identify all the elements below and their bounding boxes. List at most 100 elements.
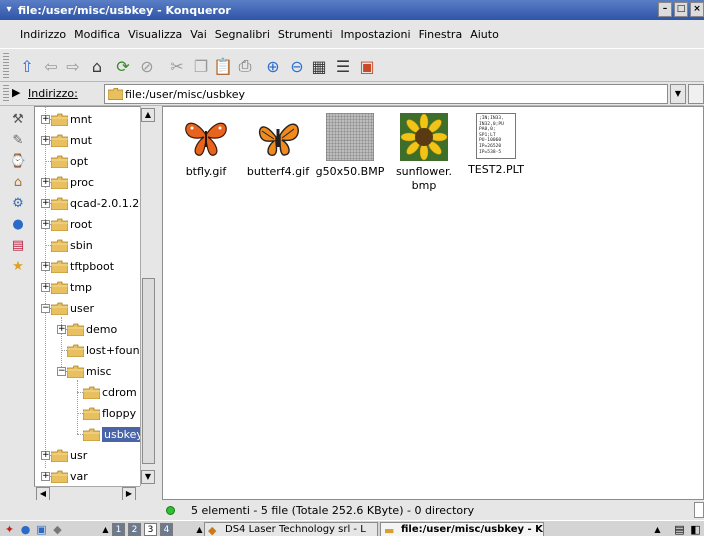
launcher-icon[interactable]: ◆ bbox=[50, 522, 65, 536]
tree-item-misc[interactable]: misc bbox=[67, 361, 112, 381]
maximize-button[interactable]: □ bbox=[674, 2, 688, 17]
tree-item-tmp[interactable]: tmp bbox=[51, 277, 92, 297]
zoom-out-icon[interactable]: ⊖ bbox=[286, 55, 308, 77]
file-item[interactable]: butterf4.gif bbox=[241, 113, 315, 179]
tree-horizontal-scrollbar[interactable]: ◀ ▶ bbox=[34, 486, 140, 501]
file-item[interactable]: sunflower. bmp bbox=[387, 113, 461, 193]
print-icon[interactable]: ⎙ bbox=[234, 55, 256, 77]
tab-folder-icon[interactable]: ▤ bbox=[8, 236, 28, 256]
tree-item-var[interactable]: var bbox=[51, 466, 88, 486]
tree-item-cdrom[interactable]: cdrom bbox=[83, 382, 137, 402]
tree-item-floppy[interactable]: floppy bbox=[83, 403, 136, 423]
tree-item-usr[interactable]: usr bbox=[51, 445, 87, 465]
forward-icon[interactable]: ⇨ bbox=[62, 55, 84, 77]
expand-icon[interactable]: + bbox=[41, 115, 50, 124]
expand-icon[interactable]: + bbox=[41, 283, 50, 292]
tab-network-icon[interactable]: ⚙ bbox=[8, 194, 28, 214]
copy-icon[interactable]: ❐ bbox=[190, 55, 212, 77]
pager-arrow-icon[interactable]: ▲ bbox=[98, 522, 113, 536]
expand-icon[interactable]: + bbox=[41, 262, 50, 271]
expand-icon[interactable]: + bbox=[41, 178, 50, 187]
file-item[interactable]: g50x50.BMP bbox=[313, 113, 387, 179]
tree-item-lost-found[interactable]: lost+found bbox=[67, 340, 147, 360]
tray-clipboard-icon[interactable]: ▤ bbox=[672, 522, 687, 536]
expand-icon[interactable]: + bbox=[57, 325, 66, 334]
desktop-1-button[interactable]: 1 bbox=[112, 523, 125, 536]
tree-item-root[interactable]: root bbox=[51, 214, 92, 234]
file-item[interactable]: btfly.gif bbox=[169, 113, 243, 179]
stop-icon[interactable]: ⊘ bbox=[136, 55, 158, 77]
paste-icon[interactable]: 📋 bbox=[212, 55, 234, 77]
scroll-up-button[interactable]: ▲ bbox=[141, 108, 155, 122]
minimize-button[interactable]: – bbox=[658, 2, 672, 17]
window-menu-icon[interactable]: ▾ bbox=[2, 3, 16, 17]
tab-services-icon[interactable]: ⚒ bbox=[8, 110, 28, 130]
collapse-icon[interactable]: − bbox=[57, 367, 66, 376]
clear-location-icon[interactable]: ▶ bbox=[12, 86, 20, 99]
menu-modifica[interactable]: Modifica bbox=[74, 28, 120, 41]
scroll-down-button[interactable]: ▼ bbox=[141, 470, 155, 484]
icon-view-icon[interactable]: ▦ bbox=[308, 55, 330, 77]
cut-icon[interactable]: ✂ bbox=[166, 55, 188, 77]
expand-icon[interactable]: + bbox=[41, 472, 50, 481]
toolbar-grip[interactable] bbox=[3, 53, 9, 79]
tab-home-icon[interactable]: ⌂ bbox=[8, 173, 28, 193]
task-konqueror[interactable]: ▬ file:/user/misc/usbkey - Kon bbox=[380, 522, 544, 536]
location-input[interactable]: file:/user/misc/usbkey bbox=[104, 84, 668, 104]
task-ds4-laser[interactable]: ◆ DS4 Laser Technology srl - L bbox=[204, 522, 378, 536]
expand-icon[interactable]: + bbox=[41, 199, 50, 208]
tree-item-qcad-2-0-1-2[interactable]: qcad-2.0.1.2- bbox=[51, 193, 143, 213]
menu-aiuto[interactable]: Aiuto bbox=[470, 28, 499, 41]
location-grip[interactable] bbox=[3, 85, 9, 103]
close-button[interactable]: × bbox=[690, 2, 704, 17]
desktop-2-button[interactable]: 2 bbox=[128, 523, 141, 536]
detail-view-icon[interactable]: ☰ bbox=[332, 55, 354, 77]
terminal-launcher-icon[interactable]: ▣ bbox=[34, 522, 49, 536]
expand-icon[interactable]: + bbox=[41, 220, 50, 229]
browser-launcher-icon[interactable]: ● bbox=[18, 522, 33, 536]
tray-arrow-icon[interactable]: ▲ bbox=[650, 522, 665, 536]
collapse-icon[interactable]: − bbox=[41, 304, 50, 313]
file-item[interactable]: ;IN;IN33, IN32,0;PU PA0,0; SP1;LT PU-100… bbox=[459, 113, 533, 177]
menu-impostazioni[interactable]: Impostazioni bbox=[341, 28, 411, 41]
file-view[interactable]: btfly.gif butterf4.gif g50x50.BMP sunflower… bbox=[162, 106, 704, 500]
location-go-button[interactable] bbox=[688, 84, 704, 104]
tree-item-proc[interactable]: proc bbox=[51, 172, 94, 192]
tree-item-opt[interactable]: opt bbox=[51, 151, 88, 171]
location-dropdown-button[interactable]: ▼ bbox=[670, 84, 686, 104]
tab-history-icon[interactable]: ⌚ bbox=[8, 152, 28, 172]
menu-vai[interactable]: Vai bbox=[190, 28, 206, 41]
tree-item-tftpboot[interactable]: tftpboot bbox=[51, 256, 114, 276]
tree-item-demo[interactable]: demo bbox=[67, 319, 117, 339]
scroll-left-button[interactable]: ◀ bbox=[36, 487, 50, 501]
back-icon[interactable]: ⇦ bbox=[40, 55, 62, 77]
tray-mixer-icon[interactable]: ◧ bbox=[688, 522, 703, 536]
kmenu-icon[interactable]: ✦ bbox=[2, 522, 17, 536]
menu-visualizza[interactable]: Visualizza bbox=[128, 28, 182, 41]
tree-item-sbin[interactable]: sbin bbox=[51, 235, 93, 255]
tree-vertical-scrollbar[interactable]: ▲ ▼ bbox=[140, 106, 156, 486]
zoom-in-icon[interactable]: ⊕ bbox=[262, 55, 284, 77]
tree-item-mut[interactable]: mut bbox=[51, 130, 92, 150]
expand-icon[interactable]: + bbox=[41, 136, 50, 145]
desktop-3-button[interactable]: 3 bbox=[144, 523, 157, 536]
tab-root-icon[interactable]: ● bbox=[8, 215, 28, 235]
konqueror-shell-icon[interactable]: ▣ bbox=[356, 55, 378, 77]
tab-favorites-icon[interactable]: ★ bbox=[8, 257, 28, 277]
tree-item-usbkey[interactable]: usbkey bbox=[83, 424, 145, 444]
tree-item-user[interactable]: user bbox=[51, 298, 94, 318]
tree-item-mnt[interactable]: mnt bbox=[51, 109, 92, 129]
scroll-thumb[interactable] bbox=[142, 278, 155, 464]
expand-icon[interactable]: + bbox=[41, 451, 50, 460]
scroll-right-button[interactable]: ▶ bbox=[122, 487, 136, 501]
window-titlebar[interactable]: ▾ file:/user/misc/usbkey - Konqueror – □… bbox=[0, 0, 704, 20]
home-icon[interactable]: ⌂ bbox=[86, 55, 108, 77]
menu-strumenti[interactable]: Strumenti bbox=[278, 28, 333, 41]
desktop-4-button[interactable]: 4 bbox=[160, 523, 173, 536]
up-icon[interactable]: ⇧ bbox=[16, 55, 38, 77]
menu-finestra[interactable]: Finestra bbox=[419, 28, 463, 41]
reload-icon[interactable]: ⟳ bbox=[112, 55, 134, 77]
tab-bookmarks-icon[interactable]: ✎ bbox=[8, 131, 28, 151]
menu-indirizzo[interactable]: Indirizzo bbox=[20, 28, 66, 41]
menu-segnalibri[interactable]: Segnalibri bbox=[215, 28, 270, 41]
